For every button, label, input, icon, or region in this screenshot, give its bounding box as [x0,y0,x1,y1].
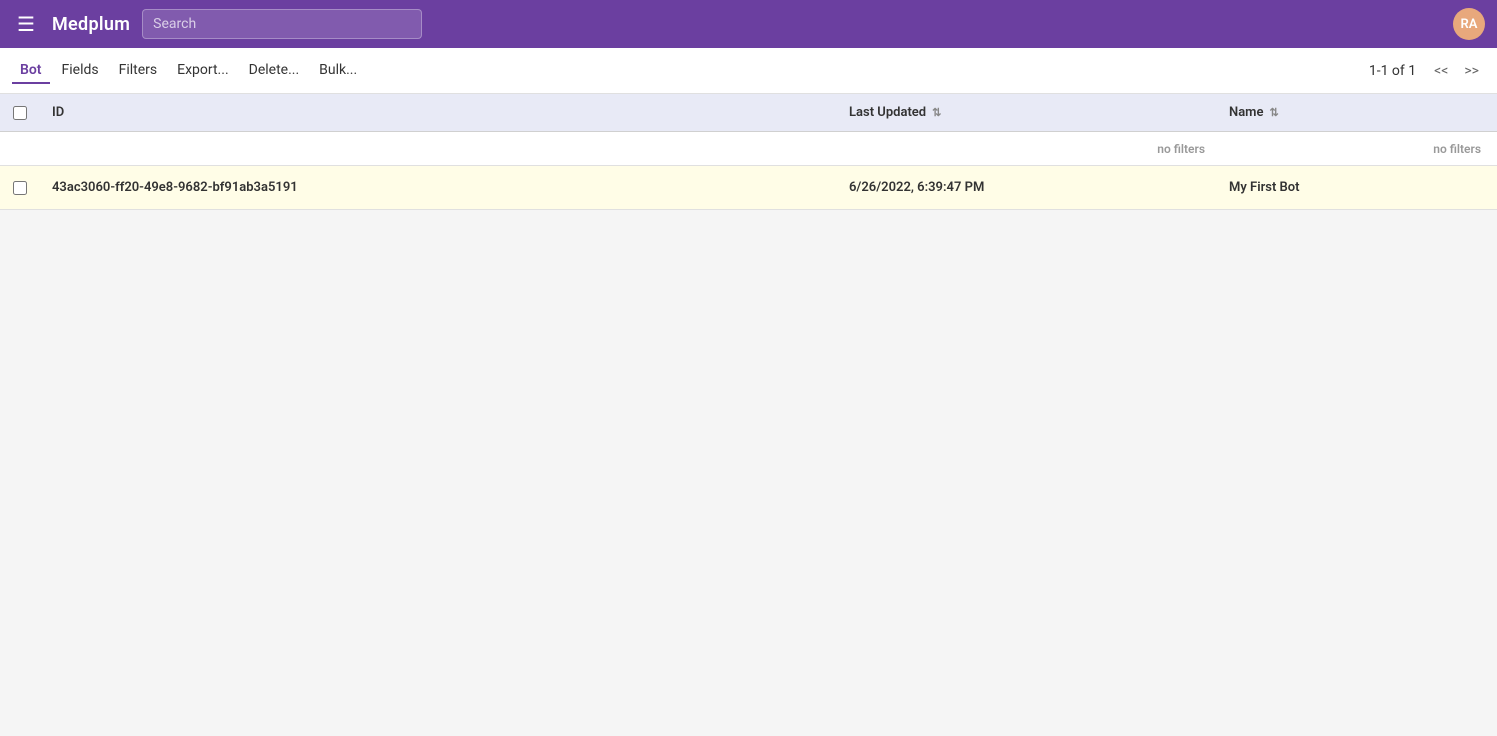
filter-row: no filters no filters [0,132,1497,166]
column-header-id: ID [40,105,837,120]
filter-name-cell: no filters [1217,142,1497,156]
avatar[interactable]: RA [1453,8,1485,40]
cell-name: My First Bot [1217,180,1497,195]
column-header-last-updated[interactable]: Last Updated ⇅ [837,105,1217,120]
filters-button[interactable]: Filters [111,58,166,84]
sort-last-updated-icon[interactable]: ⇅ [932,106,941,119]
row-checkbox[interactable] [13,181,27,195]
navbar: ☰ Medplum RA [0,0,1497,48]
cell-last-updated: 6/26/2022, 6:39:47 PM [837,180,1217,195]
table-row[interactable]: 43ac3060-ff20-49e8-9682-bf91ab3a5191 6/2… [0,166,1497,210]
table-header-row: ID Last Updated ⇅ Name ⇅ [0,94,1497,132]
select-all-checkbox[interactable] [13,106,27,120]
export-button[interactable]: Export... [169,58,237,84]
bulk-button[interactable]: Bulk... [311,58,365,84]
header-checkbox-cell[interactable] [0,106,40,120]
fields-button[interactable]: Fields [54,58,107,84]
brand-logo: Medplum [52,14,130,35]
cell-id: 43ac3060-ff20-49e8-9682-bf91ab3a5191 [40,180,837,195]
column-header-name[interactable]: Name ⇅ [1217,105,1497,120]
data-table: ID Last Updated ⇅ Name ⇅ no filters no f… [0,94,1497,210]
search-input[interactable] [142,9,422,39]
pagination-info: 1-1 of 1 [1369,63,1416,79]
delete-button[interactable]: Delete... [241,58,308,84]
row-checkbox-cell[interactable] [0,181,40,195]
filter-last-updated-cell: no filters [837,142,1217,156]
toolbar: Bot Fields Filters Export... Delete... B… [0,48,1497,94]
pagination-prev-prev[interactable]: << [1428,61,1454,81]
menu-icon[interactable]: ☰ [12,12,40,36]
tab-bot[interactable]: Bot [12,58,50,84]
pagination-next-next[interactable]: >> [1458,61,1485,81]
sort-name-icon[interactable]: ⇅ [1269,106,1278,119]
